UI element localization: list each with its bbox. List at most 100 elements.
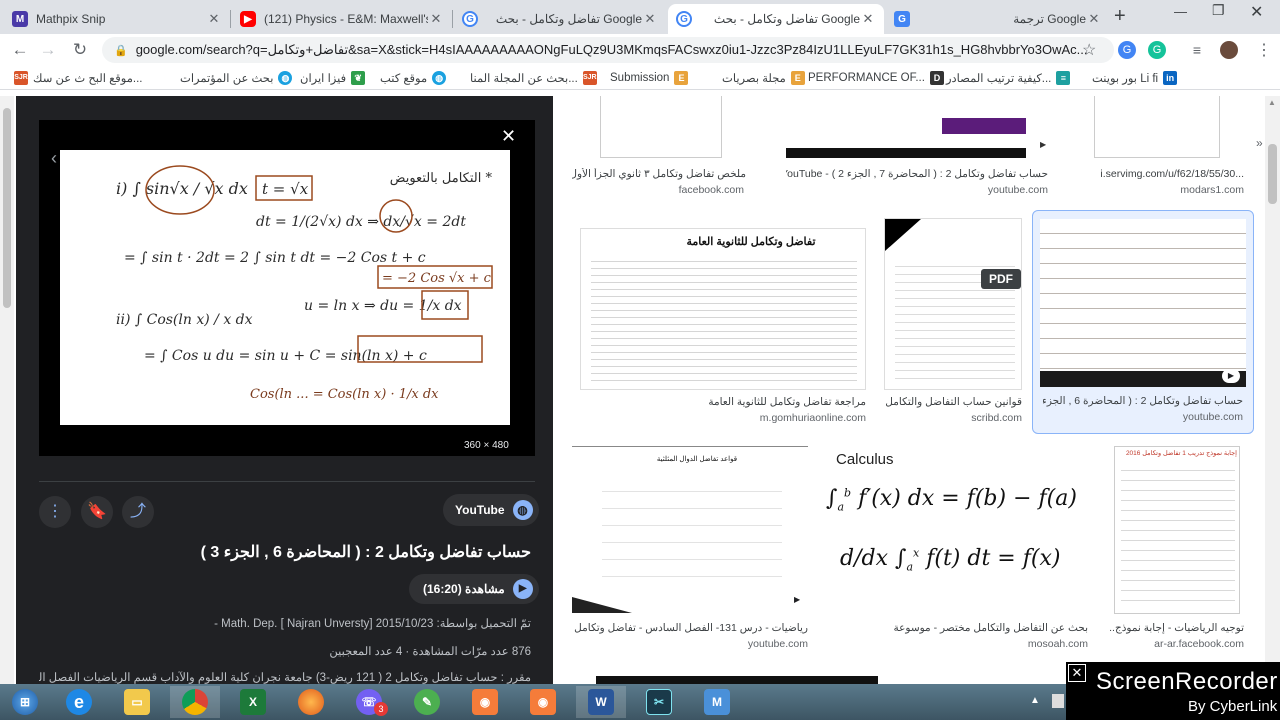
save-bookmark-icon[interactable]: 🔖 (81, 496, 113, 528)
scrollbar-right[interactable]: ▲ (1265, 96, 1280, 684)
result-title[interactable]: حساب تفاضل وتكامل 2 : ( المحاضرة 6 , الج… (39, 542, 531, 562)
taskbar-app[interactable]: W (576, 686, 626, 718)
board-line: = −2 Cos √x + c (382, 271, 492, 286)
excel-icon: X (240, 689, 266, 715)
watch-button[interactable]: مشاهدة (16:20) ▶ (409, 574, 539, 604)
bookmark-item[interactable]: بحث عن المجلة المنا... SJR (470, 70, 597, 86)
taskbar-app[interactable] (286, 686, 336, 718)
translate-icon: G (894, 11, 910, 27)
file-explorer-icon: ▭ (124, 689, 150, 715)
grammarly-icon[interactable]: G (1148, 41, 1166, 59)
close-icon[interactable]: ✕ (501, 126, 516, 147)
taskbar-app[interactable]: X (228, 686, 278, 718)
result-card[interactable]: قواعد تفاضل الدوال المثلثية ▶ رياضيات - … (572, 446, 808, 656)
result-card[interactable]: PDF قوانين حساب التفاضل والتكامل scribd.… (884, 216, 1022, 426)
result-card-selected[interactable]: ▶ حساب تفاضل وتكامل 2 : ( المحاضرة 6 , ا… (1032, 210, 1254, 434)
close-window-button[interactable]: ✕ (1250, 2, 1263, 22)
upload-info: تمّ التحميل بواسطة: Math. Dep. [ Najran … (214, 618, 531, 630)
result-thumbnail: قواعد تفاضل الدوال المثلثية ▶ (572, 446, 808, 614)
sjr-icon: SJR (14, 71, 28, 85)
d-icon: D (929, 71, 944, 85)
taskbar-app[interactable]: ☏ 3 (344, 686, 394, 718)
address-bar[interactable]: 🔒 google.com/search?q=تفاضل+وتكامل&sa=X&… (102, 37, 1114, 63)
tab-title: Mathpix Snip (36, 12, 106, 26)
board-line: u = ln x ⇒ du = 1/x dx (304, 298, 462, 314)
description: مقرر : حساب تفاضل وتكامل 2 ( 121 ريض-3) … (39, 672, 531, 684)
tab-title: تفاضل وتكامل - بحث Google (713, 12, 860, 26)
bookmarks-overflow-icon[interactable]: » (1256, 136, 1263, 150)
translate-extension-icon[interactable]: G (1118, 41, 1136, 59)
new-tab-button[interactable]: + (1114, 5, 1126, 28)
image-dimensions: 360 × 480 (464, 440, 509, 451)
reload-button[interactable]: ↻ (68, 38, 92, 62)
menu-icon[interactable]: ⋮ (1256, 40, 1272, 60)
screen-recorder-overlay: ✕ ScreenRecorder By CyberLink (1066, 662, 1280, 720)
result-thumbnail: إجابة نموذج تدريب 1 تفاضل وتكامل 2016 (1114, 446, 1240, 614)
taskbar-app[interactable]: e (54, 686, 104, 718)
result-thumbnail (600, 96, 722, 158)
bookmark-item[interactable]: بحث عن المؤتمرات ◍ (180, 70, 293, 86)
fundamental-theorem-eq-1: ∫ab f′(x) dx = f(b) − f(a) (826, 486, 1077, 514)
close-icon[interactable]: ✕ (206, 11, 222, 27)
more-options-icon[interactable]: ⋮ (39, 496, 71, 528)
e-icon: E (790, 71, 805, 85)
close-icon[interactable]: ✕ (1086, 11, 1102, 27)
preview-image[interactable]: i) ∫ sin√x / √x dx t = √x التكامل بالتعو… (60, 150, 510, 425)
result-thumbnail: تفاضل وتكامل للثانوية العامة (580, 228, 866, 390)
close-icon[interactable]: ✕ (428, 11, 444, 27)
tab-google-search-1[interactable]: G تفاضل وتكامل - بحث Google ✕ (454, 4, 666, 34)
back-button[interactable]: ← (8, 38, 32, 62)
forward-button[interactable]: → (36, 38, 60, 62)
result-card[interactable]: ▶ حساب تفاضل وتكامل 2 : ( المحاضرة 7 , ا… (786, 96, 1048, 200)
tab-title: تفاضل وتكامل - بحث Google (495, 12, 642, 26)
tab-mathpix[interactable]: M Mathpix Snip ✕ (4, 4, 230, 34)
result-card[interactable]: تفاضل وتكامل للثانوية العامة مراجعة تفاض… (576, 216, 866, 426)
taskbar-app[interactable]: ▭ (112, 686, 162, 718)
close-icon[interactable]: ✕ (860, 11, 876, 27)
tab-youtube[interactable]: ▶ (121) Physics - E&M: Maxwell's E ✕ (232, 4, 452, 34)
tab-google-translate[interactable]: G ترجمة Google ✕ (886, 4, 1110, 34)
result-card[interactable]: ملخص تفاضل وتكامل ٣ ثانوي الجزأ الأول...… (572, 96, 752, 200)
taskbar-app[interactable]: ✎ (402, 686, 452, 718)
restore-button[interactable]: ❐ (1212, 2, 1225, 19)
board-line: i) ∫ sin√x / √x dx (116, 179, 248, 198)
bookmark-item[interactable]: Submission E (610, 70, 689, 86)
avatar[interactable] (1220, 41, 1238, 59)
bookmark-star-icon[interactable]: ☆ (1082, 40, 1096, 60)
tab-title: (121) Physics - E&M: Maxwell's E (264, 12, 428, 26)
internet-explorer-icon: e (66, 689, 92, 715)
tab-google-search-active[interactable]: G تفاضل وتكامل - بحث Google ✕ (668, 4, 884, 34)
bookmark-item[interactable]: PERFORMANCE OF... D (808, 70, 944, 86)
taskbar-app[interactable]: ◉ (460, 686, 510, 718)
taskbar-app[interactable]: ✂ (634, 686, 684, 718)
tray-overflow-icon[interactable]: ▲ (1030, 695, 1040, 706)
minimize-button[interactable]: — (1174, 4, 1187, 19)
bookmark-item[interactable]: فيزا ايران ❦ (300, 70, 366, 86)
bookmark-item[interactable]: SJR موقع البح ث عن سك... (14, 70, 142, 86)
tab-title: ترجمة Google (1013, 12, 1086, 26)
result-card[interactable]: i.servimg.com/u/f62/18/55/30... modars1.… (1066, 96, 1244, 200)
share-icon[interactable]: ⤴ (122, 496, 154, 528)
leaf-icon: ❦ (351, 71, 366, 85)
bookmark-item[interactable]: بور بوينت Li fi in (1092, 70, 1178, 86)
bookmark-item[interactable]: مجلة بصريات E (722, 70, 805, 86)
globe-icon: ◍ (278, 71, 293, 85)
taskbar-app-active[interactable] (170, 686, 220, 718)
media-control-icon[interactable]: ≡ (1188, 41, 1206, 59)
start-button[interactable]: ⊞ (0, 686, 50, 718)
bookmark-item[interactable]: كيفية ترتيب المصادر... ≡ (946, 70, 1071, 86)
result-thumbnail: ▶ (786, 96, 1048, 158)
result-thumbnail: Calculus ∫ab f′(x) dx = f(b) − f(a) d/dx… (826, 446, 1096, 614)
result-card[interactable]: Calculus ∫ab f′(x) dx = f(b) − f(a) d/dx… (826, 446, 1096, 656)
taskbar-app[interactable]: M (692, 686, 742, 718)
taskbar-app[interactable]: ◉ (518, 686, 568, 718)
bookmark-item[interactable]: موقع كتب ◍ (380, 70, 447, 86)
scrollbar-left[interactable] (0, 96, 14, 684)
google-icon: G (676, 11, 692, 27)
network-icon[interactable] (1052, 694, 1064, 708)
close-icon[interactable]: ✕ (642, 11, 658, 27)
visit-source-button[interactable]: YouTube ◍ (443, 494, 539, 526)
result-card[interactable]: إجابة نموذج تدريب 1 تفاضل وتكامل 2016 تو… (1110, 446, 1244, 656)
close-icon[interactable]: ✕ (1068, 664, 1086, 682)
prev-arrow-icon[interactable]: ‹ (51, 148, 57, 169)
